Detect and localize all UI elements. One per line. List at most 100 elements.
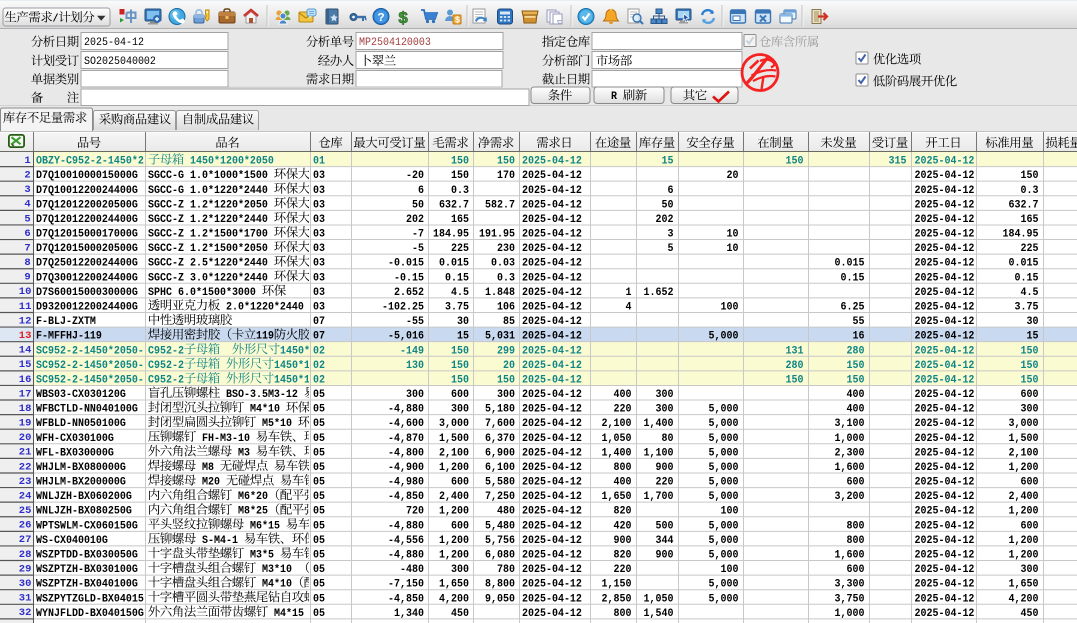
svg-text:150: 150 (497, 155, 515, 168)
svg-text:6.25: 6.25 (841, 301, 865, 314)
svg-text:2025-04-12: 2025-04-12 (84, 37, 144, 50)
svg-text:M6*15: M6*15 (250, 520, 280, 533)
svg-text:15: 15 (19, 359, 32, 371)
svg-text:6,900: 6,900 (485, 447, 515, 460)
svg-text:05: 05 (313, 462, 325, 475)
svg-text:2025-04-12: 2025-04-12 (915, 593, 975, 606)
svg-text:2025-04-12: 2025-04-12 (522, 564, 582, 577)
svg-text:2025-04-12: 2025-04-12 (522, 213, 582, 226)
svg-text:-0.15: -0.15 (394, 272, 424, 285)
svg-text:202: 202 (406, 213, 424, 226)
svg-text:-4,880: -4,880 (388, 403, 424, 416)
svg-text:03: 03 (313, 199, 325, 212)
svg-text:-149: -149 (400, 345, 424, 358)
svg-text:05: 05 (313, 403, 325, 416)
svg-text:30: 30 (1027, 316, 1039, 329)
svg-text:D7S6001500030000G: D7S6001500030000G (36, 286, 138, 299)
svg-text:800: 800 (847, 520, 865, 533)
svg-text:0.015: 0.015 (1009, 257, 1039, 270)
svg-text:280: 280 (785, 359, 803, 372)
svg-text:1,200: 1,200 (1009, 505, 1039, 518)
svg-text:1,200: 1,200 (1009, 549, 1039, 562)
svg-text:1,400: 1,400 (602, 447, 632, 460)
svg-text:WBS03-CX030120G: WBS03-CX030120G (36, 389, 126, 402)
svg-text:2025-04-12: 2025-04-12 (915, 330, 975, 343)
svg-text:2025-04-12: 2025-04-12 (522, 257, 582, 270)
svg-text:M4*10: M4*10 (250, 403, 280, 416)
svg-text:WYNJFLDD-BX040150G: WYNJFLDD-BX040150G (36, 607, 144, 620)
svg-text:7,600: 7,600 (485, 418, 515, 431)
svg-text:315: 315 (889, 155, 907, 168)
svg-text:2025-04-12: 2025-04-12 (522, 374, 582, 387)
svg-text:-5,016: -5,016 (388, 330, 424, 343)
svg-text:C952-2: C952-2 (148, 345, 184, 358)
svg-text:05: 05 (313, 564, 325, 577)
svg-text:D7Q2501220024400G: D7Q2501220024400G (36, 257, 138, 270)
svg-text:29: 29 (19, 563, 32, 575)
svg-text:03: 03 (313, 213, 325, 226)
svg-text:WFL-BX030000G: WFL-BX030000G (36, 447, 114, 460)
svg-text:?: ? (378, 11, 385, 25)
svg-text:2025-04-12: 2025-04-12 (522, 170, 582, 183)
svg-text:100: 100 (721, 301, 739, 314)
svg-text:6,080: 6,080 (485, 549, 515, 562)
svg-text:900: 900 (614, 534, 632, 547)
svg-text:05: 05 (313, 389, 325, 402)
svg-text:300: 300 (406, 389, 424, 402)
svg-text:03: 03 (313, 243, 325, 256)
svg-text:100: 100 (721, 505, 739, 518)
svg-text:2025-04-12: 2025-04-12 (915, 228, 975, 241)
svg-text:7: 7 (24, 242, 30, 254)
svg-text:30: 30 (457, 316, 469, 329)
svg-text:2025-04-12: 2025-04-12 (915, 476, 975, 489)
svg-text:3,000: 3,000 (1009, 418, 1039, 431)
svg-text:05: 05 (313, 549, 325, 562)
svg-text:M3: M3 (238, 447, 250, 460)
svg-text:14: 14 (19, 345, 32, 357)
svg-text:SGCC-Z: SGCC-Z (148, 243, 184, 256)
svg-text:19: 19 (19, 418, 32, 430)
svg-text:1,650: 1,650 (1009, 578, 1039, 591)
svg-text:2025-04-12: 2025-04-12 (915, 418, 975, 431)
svg-text:720: 720 (406, 505, 424, 518)
svg-text:2025-04-12: 2025-04-12 (522, 286, 582, 299)
svg-text:500: 500 (656, 520, 674, 533)
svg-text:9: 9 (24, 272, 30, 284)
svg-text:M8: M8 (202, 462, 214, 475)
svg-text:-4,880: -4,880 (388, 520, 424, 533)
svg-text:-4,880: -4,880 (388, 549, 424, 562)
svg-text:2025-04-12: 2025-04-12 (522, 403, 582, 416)
svg-text:0.15: 0.15 (445, 272, 469, 285)
svg-text:6: 6 (418, 184, 424, 197)
svg-text:SC952-2-1450*2050-1: SC952-2-1450*2050-1 (36, 345, 150, 358)
svg-text:02: 02 (313, 374, 325, 387)
svg-text:100: 100 (721, 564, 739, 577)
svg-text:2025-04-12: 2025-04-12 (522, 199, 582, 212)
svg-text:M3*5: M3*5 (250, 549, 274, 562)
svg-text:24: 24 (19, 491, 32, 503)
svg-text:400: 400 (614, 476, 632, 489)
svg-text:1,100: 1,100 (644, 447, 674, 460)
svg-text:5,000: 5,000 (709, 476, 739, 489)
svg-text:2025-04-12: 2025-04-12 (522, 155, 582, 168)
svg-text:15: 15 (661, 155, 673, 168)
svg-text:225: 225 (451, 243, 469, 256)
svg-text:$: $ (398, 10, 408, 29)
svg-text:$: $ (455, 16, 461, 26)
svg-text:M20: M20 (202, 476, 220, 489)
svg-text:220: 220 (614, 403, 632, 416)
svg-text:-4,556: -4,556 (388, 534, 424, 547)
svg-text:03: 03 (313, 301, 325, 314)
svg-text:150: 150 (451, 155, 469, 168)
svg-text:01: 01 (313, 155, 325, 168)
svg-text:32: 32 (19, 607, 32, 619)
svg-text:2025-04-12: 2025-04-12 (522, 549, 582, 562)
svg-text:4: 4 (24, 199, 30, 211)
svg-text:2025-04-12: 2025-04-12 (522, 418, 582, 431)
svg-text:-480: -480 (400, 564, 424, 577)
svg-text:2025-04-12: 2025-04-12 (522, 316, 582, 329)
svg-text:1: 1 (626, 286, 632, 299)
svg-text:600: 600 (451, 476, 469, 489)
svg-text:2025-04-12: 2025-04-12 (522, 301, 582, 314)
svg-text:23: 23 (19, 476, 32, 488)
